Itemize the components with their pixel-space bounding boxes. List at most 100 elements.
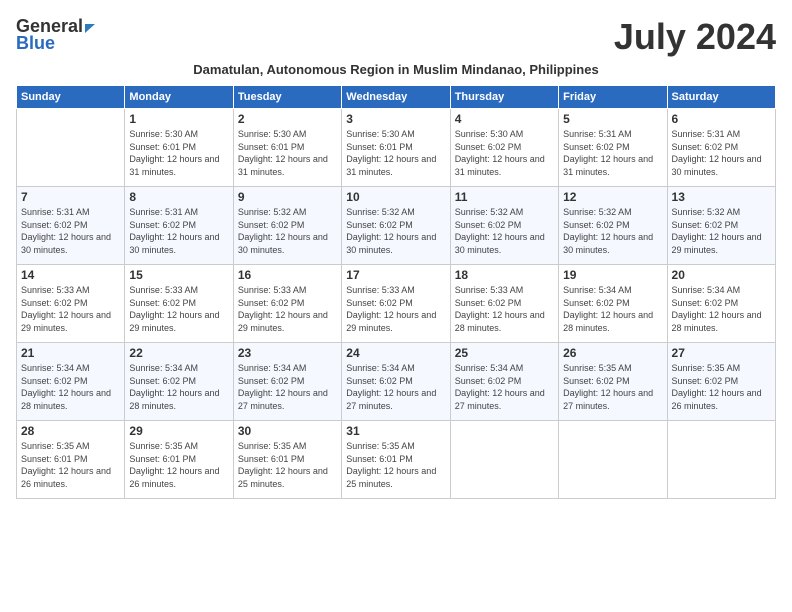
calendar-cell: 1Sunrise: 5:30 AM Sunset: 6:01 PM Daylig… [125,109,233,187]
day-number: 23 [238,346,337,360]
day-info: Sunrise: 5:35 AM Sunset: 6:01 PM Dayligh… [21,440,120,490]
day-info: Sunrise: 5:30 AM Sunset: 6:02 PM Dayligh… [455,128,554,178]
day-info: Sunrise: 5:32 AM Sunset: 6:02 PM Dayligh… [563,206,662,256]
day-info: Sunrise: 5:33 AM Sunset: 6:02 PM Dayligh… [346,284,445,334]
calendar-header-row: SundayMondayTuesdayWednesdayThursdayFrid… [17,86,776,109]
logo: General Blue [16,16,95,54]
day-info: Sunrise: 5:33 AM Sunset: 6:02 PM Dayligh… [238,284,337,334]
header-friday: Friday [559,86,667,109]
day-info: Sunrise: 5:30 AM Sunset: 6:01 PM Dayligh… [238,128,337,178]
day-info: Sunrise: 5:35 AM Sunset: 6:01 PM Dayligh… [129,440,228,490]
day-number: 13 [672,190,771,204]
calendar-cell: 30 Sunrise: 5:35 AM Sunset: 6:01 PM Dayli… [233,421,341,499]
day-info: Sunrise: 5:32 AM Sunset: 6:02 PM Dayligh… [672,206,771,256]
day-number: 22 [129,346,228,360]
header-tuesday: Tuesday [233,86,341,109]
day-info: Sunrise: 5:34 AM Sunset: 6:02 PM Dayligh… [238,362,337,412]
day-number: 25 [455,346,554,360]
day-info: Sunrise: 5:35 AM Sunset: 6:02 PM Dayligh… [672,362,771,412]
header-sunday: Sunday [17,86,125,109]
calendar-cell: 26 Sunrise: 5:35 AM Sunset: 6:02 PM Dayli… [559,343,667,421]
calendar-cell [667,421,775,499]
calendar-subtitle: Damatulan, Autonomous Region in Muslim M… [16,62,776,77]
calendar-cell: 16 Sunrise: 5:33 AM Sunset: 6:02 PM Dayli… [233,265,341,343]
calendar-cell: 18 Sunrise: 5:33 AM Sunset: 6:02 PM Dayli… [450,265,558,343]
calendar-cell [450,421,558,499]
day-number: 27 [672,346,771,360]
calendar-cell: 11Sunrise: 5:32 AM Sunset: 6:02 PM Dayli… [450,187,558,265]
calendar-cell: 8 Sunrise: 5:31 AM Sunset: 6:02 PM Daylig… [125,187,233,265]
day-number: 3 [346,112,445,126]
day-number: 2 [238,112,337,126]
calendar-cell: 5Sunrise: 5:31 AM Sunset: 6:02 PM Daylig… [559,109,667,187]
day-number: 20 [672,268,771,282]
month-year-title: July 2024 [614,16,776,58]
calendar-cell: 14Sunrise: 5:33 AM Sunset: 6:02 PM Dayli… [17,265,125,343]
day-number: 7 [21,190,120,204]
day-number: 21 [21,346,120,360]
calendar-cell: 19Sunrise: 5:34 AM Sunset: 6:02 PM Dayli… [559,265,667,343]
day-info: Sunrise: 5:30 AM Sunset: 6:01 PM Dayligh… [129,128,228,178]
calendar-cell [559,421,667,499]
day-info: Sunrise: 5:35 AM Sunset: 6:01 PM Dayligh… [346,440,445,490]
logo-blue-text: Blue [16,33,55,54]
week-row-4: 21 Sunrise: 5:34 AM Sunset: 6:02 PM Dayli… [17,343,776,421]
calendar-cell: 4Sunrise: 5:30 AM Sunset: 6:02 PM Daylig… [450,109,558,187]
day-number: 8 [129,190,228,204]
day-info: Sunrise: 5:30 AM Sunset: 6:01 PM Dayligh… [346,128,445,178]
day-number: 30 [238,424,337,438]
calendar-cell: 22 Sunrise: 5:34 AM Sunset: 6:02 PM Dayli… [125,343,233,421]
day-info: Sunrise: 5:31 AM Sunset: 6:02 PM Dayligh… [563,128,662,178]
day-number: 17 [346,268,445,282]
day-number: 6 [672,112,771,126]
day-info: Sunrise: 5:31 AM Sunset: 6:02 PM Dayligh… [129,206,228,256]
day-info: Sunrise: 5:33 AM Sunset: 6:02 PM Dayligh… [129,284,228,334]
day-number: 31 [346,424,445,438]
calendar-cell: 31 Sunrise: 5:35 AM Sunset: 6:01 PM Dayli… [342,421,450,499]
day-number: 18 [455,268,554,282]
day-number: 29 [129,424,228,438]
day-info: Sunrise: 5:32 AM Sunset: 6:02 PM Dayligh… [238,206,337,256]
calendar-cell [17,109,125,187]
week-row-2: 7 Sunrise: 5:31 AM Sunset: 6:02 PM Daylig… [17,187,776,265]
day-info: Sunrise: 5:35 AM Sunset: 6:02 PM Dayligh… [563,362,662,412]
header-thursday: Thursday [450,86,558,109]
calendar-cell: 25 Sunrise: 5:34 AM Sunset: 6:02 PM Dayli… [450,343,558,421]
calendar-cell: 7 Sunrise: 5:31 AM Sunset: 6:02 PM Daylig… [17,187,125,265]
calendar-cell: 15 Sunrise: 5:33 AM Sunset: 6:02 PM Dayli… [125,265,233,343]
day-info: Sunrise: 5:34 AM Sunset: 6:02 PM Dayligh… [129,362,228,412]
calendar-cell: 13 Sunrise: 5:32 AM Sunset: 6:02 PM Dayli… [667,187,775,265]
day-number: 16 [238,268,337,282]
day-info: Sunrise: 5:34 AM Sunset: 6:02 PM Dayligh… [455,362,554,412]
calendar-cell: 20Sunrise: 5:34 AM Sunset: 6:02 PM Dayli… [667,265,775,343]
day-number: 9 [238,190,337,204]
header-monday: Monday [125,86,233,109]
calendar-cell: 27 Sunrise: 5:35 AM Sunset: 6:02 PM Dayli… [667,343,775,421]
day-number: 28 [21,424,120,438]
day-number: 10 [346,190,445,204]
day-info: Sunrise: 5:33 AM Sunset: 6:02 PM Dayligh… [21,284,120,334]
day-info: Sunrise: 5:31 AM Sunset: 6:02 PM Dayligh… [672,128,771,178]
week-row-5: 28 Sunrise: 5:35 AM Sunset: 6:01 PM Dayli… [17,421,776,499]
day-number: 24 [346,346,445,360]
logo-triangle-icon [85,24,95,33]
day-number: 26 [563,346,662,360]
day-info: Sunrise: 5:31 AM Sunset: 6:02 PM Dayligh… [21,206,120,256]
week-row-3: 14Sunrise: 5:33 AM Sunset: 6:02 PM Dayli… [17,265,776,343]
calendar-cell: 3 Sunrise: 5:30 AM Sunset: 6:01 PM Daylig… [342,109,450,187]
calendar-cell: 17 Sunrise: 5:33 AM Sunset: 6:02 PM Dayli… [342,265,450,343]
day-number: 15 [129,268,228,282]
calendar-table: SundayMondayTuesdayWednesdayThursdayFrid… [16,85,776,499]
calendar-cell: 6 Sunrise: 5:31 AM Sunset: 6:02 PM Daylig… [667,109,775,187]
day-info: Sunrise: 5:33 AM Sunset: 6:02 PM Dayligh… [455,284,554,334]
day-info: Sunrise: 5:35 AM Sunset: 6:01 PM Dayligh… [238,440,337,490]
calendar-cell: 9 Sunrise: 5:32 AM Sunset: 6:02 PM Daylig… [233,187,341,265]
day-number: 11 [455,190,554,204]
day-number: 19 [563,268,662,282]
day-number: 12 [563,190,662,204]
header-wednesday: Wednesday [342,86,450,109]
week-row-1: 1Sunrise: 5:30 AM Sunset: 6:01 PM Daylig… [17,109,776,187]
calendar-cell: 24 Sunrise: 5:34 AM Sunset: 6:02 PM Dayli… [342,343,450,421]
calendar-cell: 2 Sunrise: 5:30 AM Sunset: 6:01 PM Daylig… [233,109,341,187]
day-info: Sunrise: 5:34 AM Sunset: 6:02 PM Dayligh… [346,362,445,412]
